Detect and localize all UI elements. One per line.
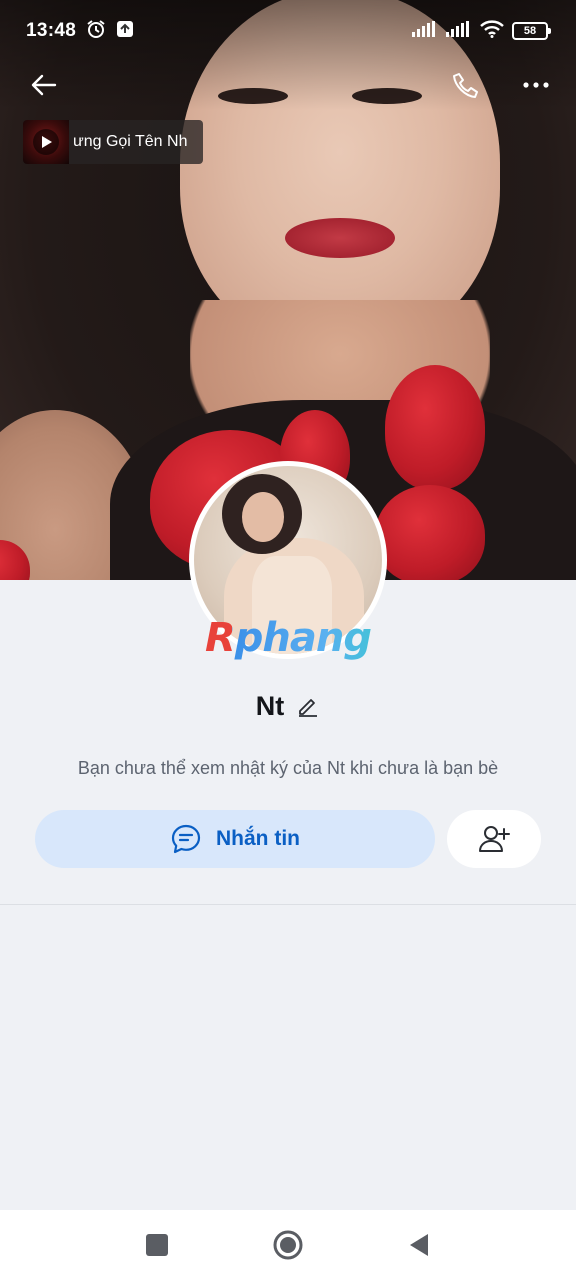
name-row: Nt — [0, 682, 576, 730]
add-friend-button[interactable] — [447, 810, 541, 868]
status-left: 13:48 — [26, 19, 134, 44]
cover-rose — [375, 485, 485, 580]
back-triangle-icon — [410, 1234, 428, 1256]
upload-notification-icon — [116, 20, 134, 43]
home-circle-icon — [273, 1230, 303, 1260]
section-divider — [0, 904, 576, 905]
watermark-logo: Rphang — [205, 612, 375, 664]
add-friend-icon — [479, 826, 510, 852]
system-back-button[interactable] — [401, 1227, 437, 1263]
wifi-icon — [480, 19, 504, 43]
chat-bubble-icon — [171, 824, 201, 854]
cover-rose — [385, 365, 485, 490]
alarm-icon — [86, 19, 106, 44]
recents-button[interactable] — [139, 1227, 175, 1263]
pencil-icon — [299, 699, 318, 717]
top-actions — [446, 65, 556, 105]
avatar-face — [242, 492, 284, 542]
recents-square-icon — [146, 1234, 168, 1256]
more-button[interactable] — [516, 65, 556, 105]
privacy-notice: Bạn chưa thể xem nhật ký của Nt khi chưa… — [77, 758, 499, 778]
music-thumbnail — [23, 120, 69, 164]
system-nav-bar — [0, 1210, 576, 1280]
battery-icon: 58 — [512, 22, 551, 40]
more-horizontal-icon — [523, 82, 549, 88]
signal-icon — [446, 20, 472, 42]
play-icon — [42, 136, 52, 148]
back-button[interactable] — [24, 65, 64, 105]
signal-icon — [412, 20, 438, 42]
message-button-label: Nhắn tin — [216, 827, 300, 850]
music-title: ưng Gọi Tên Nh — [73, 133, 188, 150]
status-time: 13:48 — [26, 20, 77, 41]
status-right: 58 — [412, 19, 551, 43]
home-button[interactable] — [270, 1227, 306, 1263]
message-button[interactable]: Nhắn tin — [35, 810, 435, 868]
arrow-left-icon — [31, 74, 57, 96]
status-bar: 13:48 58 — [0, 0, 576, 62]
play-button[interactable] — [33, 129, 59, 155]
edit-name-button[interactable] — [296, 694, 320, 718]
cover-lips — [285, 218, 395, 258]
profile-music-chip[interactable]: ưng Gọi Tên Nh — [23, 120, 203, 164]
top-app-bar — [0, 62, 576, 108]
call-button[interactable] — [446, 65, 486, 105]
phone-icon — [453, 73, 478, 98]
profile-name: Nt — [255, 690, 285, 721]
